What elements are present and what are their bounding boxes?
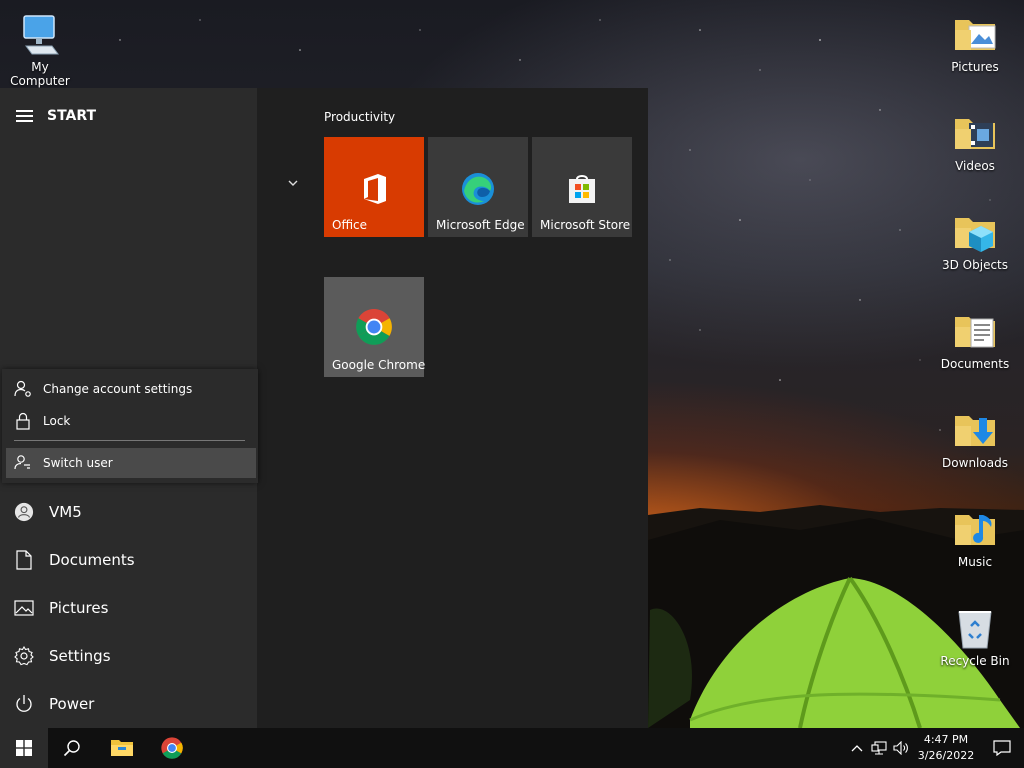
desktop-icon-label: My Computer (10, 60, 70, 88)
desktop-icon-label: Pictures (951, 60, 999, 74)
taskbar-clock[interactable]: 4:47 PM 3/26/2022 (912, 732, 980, 764)
clock-time: 4:47 PM (923, 733, 969, 746)
system-tray: 4:47 PM 3/26/2022 (846, 728, 1024, 768)
flyout-item-label: Switch user (43, 456, 113, 470)
tile-group-title[interactable]: Productivity (324, 110, 395, 124)
desktop-icon-label: Music (957, 555, 993, 569)
volume-icon[interactable] (890, 728, 912, 768)
windows-logo-icon (16, 740, 32, 756)
3d-objects-folder-icon (955, 218, 995, 252)
desktop-icon-pictures[interactable]: Pictures (935, 10, 1015, 74)
desktop-icon-label: 3D Objects (941, 258, 1009, 272)
start-title: START (47, 108, 97, 124)
documents-folder-icon (955, 317, 995, 348)
flyout-item-label: Lock (43, 414, 71, 428)
desktop-icon-recycle-bin[interactable]: Recycle Bin (935, 604, 1015, 668)
computer-icon (23, 15, 59, 55)
downloads-folder-icon (955, 416, 995, 446)
nav-settings[interactable]: Settings (0, 633, 257, 679)
music-folder-icon (955, 515, 995, 545)
tile-microsoft-store[interactable]: Microsoft Store (532, 137, 632, 237)
tile-label: Google Chrome (332, 358, 426, 372)
desktop-icon-documents[interactable]: Documents (935, 307, 1015, 371)
office-icon (364, 174, 386, 204)
desktop-icon-label: Videos (955, 159, 995, 173)
file-explorer-icon (111, 740, 133, 756)
nav-label: Power (49, 695, 95, 713)
clock-date: 3/26/2022 (917, 749, 975, 762)
search-icon (63, 740, 80, 757)
store-icon (569, 175, 595, 203)
power-icon (14, 694, 34, 714)
chevron-up-icon[interactable] (846, 728, 868, 768)
lock-item[interactable]: Lock (2, 406, 256, 436)
taskbar: 4:47 PM 3/26/2022 (0, 728, 1024, 768)
search-button[interactable] (48, 728, 96, 768)
desktop-icon-videos[interactable]: Videos (935, 109, 1015, 173)
switch-user-item[interactable]: Switch user (6, 448, 256, 478)
nav-documents[interactable]: Documents (0, 537, 257, 583)
start-button[interactable] (0, 728, 48, 768)
desktop-icon-label: Recycle Bin (940, 654, 1010, 668)
nav-label: Settings (49, 647, 111, 665)
tile-google-chrome[interactable]: Google Chrome (324, 277, 426, 377)
tile-office[interactable]: Office (324, 137, 424, 237)
desktop-icon-my-computer[interactable]: My Computer (0, 10, 80, 88)
nav-label: Pictures (49, 599, 109, 617)
document-icon (14, 550, 34, 570)
notification-icon[interactable] (980, 728, 1024, 768)
desktop-icon-3d-objects[interactable]: 3D Objects (935, 208, 1015, 272)
hamburger-menu-icon[interactable] (16, 110, 33, 122)
flyout-item-label: Change account settings (43, 382, 193, 396)
chrome-icon (356, 308, 392, 345)
taskbar-google-chrome[interactable] (148, 728, 196, 768)
desktop-icon-music[interactable]: Music (935, 505, 1015, 569)
videos-folder-icon (955, 119, 995, 149)
nav-pictures[interactable]: Pictures (0, 585, 257, 631)
nav-user-account[interactable]: VM5 (0, 489, 257, 535)
nav-power[interactable]: Power (0, 681, 257, 727)
switch-user-icon (14, 454, 32, 472)
lock-icon (14, 412, 32, 430)
gear-icon (14, 646, 34, 666)
taskbar-file-explorer[interactable] (98, 728, 146, 768)
flyout-divider (14, 440, 245, 441)
nav-label: Documents (49, 551, 135, 569)
desktop-icon-label: Documents (940, 357, 1010, 371)
tile-microsoft-edge[interactable]: Microsoft Edge (428, 137, 528, 237)
recycle-bin-icon (958, 611, 992, 649)
user-settings-icon (14, 380, 32, 398)
tile-label: Microsoft Store (540, 218, 631, 232)
picture-icon (14, 598, 34, 618)
pictures-folder-icon (955, 20, 996, 50)
user-avatar-icon (14, 502, 34, 522)
network-icon[interactable] (868, 728, 890, 768)
tile-label: Microsoft Edge (436, 218, 525, 232)
desktop-icon-downloads[interactable]: Downloads (935, 406, 1015, 470)
chevron-down-icon[interactable] (287, 176, 299, 190)
start-menu-header[interactable]: START (16, 108, 96, 124)
account-flyout: Change account settings Lock Switch user (2, 369, 258, 483)
desktop-icon-label: Downloads (942, 456, 1008, 470)
chrome-icon (161, 737, 183, 759)
nav-label: VM5 (49, 503, 82, 521)
edge-icon (462, 173, 494, 205)
tile-label: Office (332, 218, 368, 232)
change-account-settings-item[interactable]: Change account settings (2, 374, 256, 404)
